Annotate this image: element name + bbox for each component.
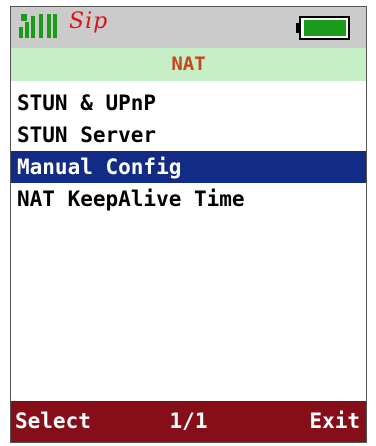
exit-softkey[interactable]: Exit [309, 401, 360, 442]
select-softkey[interactable]: Select [15, 401, 91, 442]
sip-logo: Sip [69, 9, 109, 34]
menu-item-stun-upnp[interactable]: STUN & UPnP [11, 87, 366, 119]
menu-item-manual-config[interactable]: Manual Config [11, 151, 366, 183]
nat-menu: STUN & UPnP STUN Server Manual Config NA… [11, 87, 366, 215]
battery-full-icon [296, 16, 350, 40]
menu-item-stun-server[interactable]: STUN Server [11, 119, 366, 151]
page-title: NAT [11, 48, 366, 81]
menu-item-nat-keepalive-time[interactable]: NAT KeepAlive Time [11, 183, 366, 215]
phone-screen: Sip NAT STUN & UPnP STUN Server Manual C… [10, 6, 367, 443]
signal-bars-icon [19, 14, 57, 38]
softkey-bar: 1/1 Select Exit [11, 401, 366, 442]
status-bar: Sip [11, 7, 366, 48]
